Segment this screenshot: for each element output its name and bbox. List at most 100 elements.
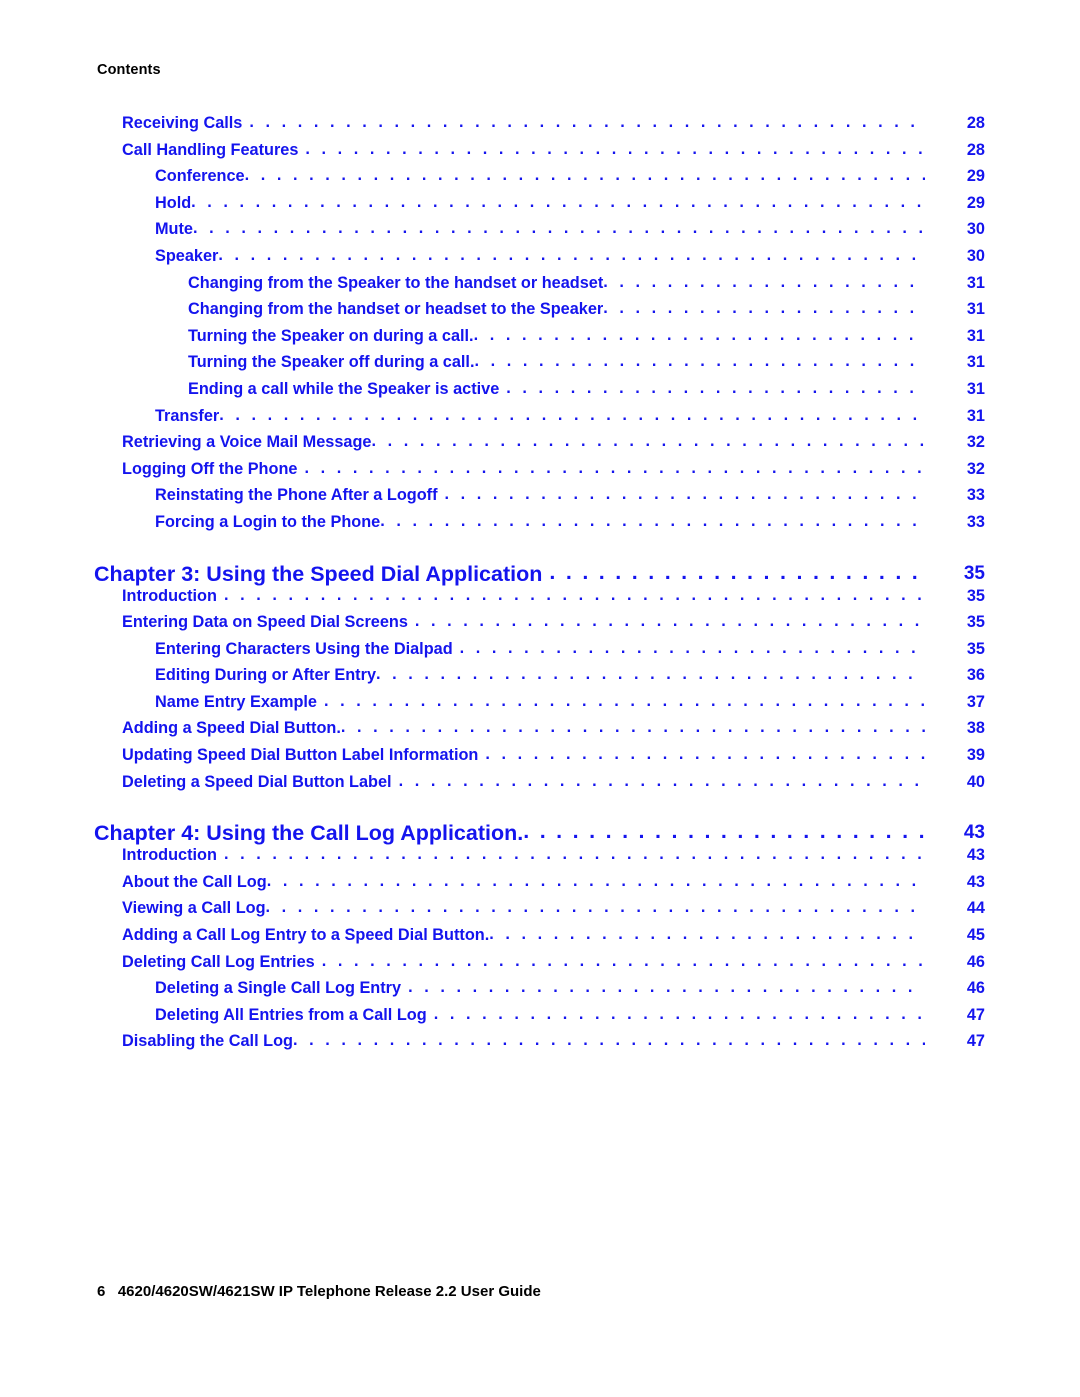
toc-page-number: 33 <box>966 486 985 505</box>
document-page: Contents Receiving Calls................… <box>0 0 1080 1397</box>
dot-leader: ........................................… <box>249 113 925 131</box>
toc-entry-label: Entering Data on Speed Dial Screens <box>122 613 408 632</box>
toc-page-number: 35 <box>963 562 985 584</box>
dot-leader: ........................................… <box>191 192 925 211</box>
dot-leader: ........................................… <box>414 612 925 631</box>
toc-entry-row[interactable]: Deleting All Entries from a Call Log....… <box>0 1005 1080 1033</box>
toc-page-number: 38 <box>966 719 985 738</box>
dot-leader: ........................................… <box>603 299 925 318</box>
toc-entry-row[interactable]: Editing During or After Entry...........… <box>0 665 1080 693</box>
dot-leader: ........................................… <box>523 819 925 844</box>
toc-page-number: 47 <box>966 1005 985 1024</box>
toc-page-number: 40 <box>966 772 985 791</box>
toc-entry-row[interactable]: Entering Data on Speed Dial Screens.....… <box>0 612 1080 640</box>
toc-entry-row[interactable]: Viewing a Call Log......................… <box>0 898 1080 926</box>
dot-leader: ........................................… <box>371 432 925 451</box>
toc-page-number: 47 <box>966 1032 985 1051</box>
toc-entry-row[interactable]: Speaker.................................… <box>0 245 1080 274</box>
toc-page-number: 29 <box>966 167 985 186</box>
toc-entry-row[interactable]: Receiving Calls.........................… <box>0 113 1080 141</box>
dot-leader: ........................................… <box>321 951 925 970</box>
toc-page-number: 31 <box>966 379 985 398</box>
toc-entry-label: Hold <box>155 193 192 212</box>
toc-chapter-row[interactable]: Chapter 4: Using the Call Log Applicatio… <box>0 799 1080 846</box>
toc-entry-label: Speaker <box>155 246 219 265</box>
toc-entry-row[interactable]: Turning the Speaker off during a call...… <box>0 352 1080 380</box>
toc-entry-row[interactable]: Mute....................................… <box>0 219 1080 247</box>
toc-entry-row[interactable]: Conference..............................… <box>0 166 1080 194</box>
toc-page-number: 46 <box>966 952 985 971</box>
toc-chapter-row[interactable]: Chapter 3: Using the Speed Dial Applicat… <box>0 540 1080 587</box>
dot-leader: ........................................… <box>340 718 925 737</box>
toc-entry-row[interactable]: About the Call Log......................… <box>0 871 1080 900</box>
toc-entry-row[interactable]: Ending a call while the Speaker is activ… <box>0 378 1080 407</box>
toc-entry-label: Deleting a Speed Dial Button Label <box>122 772 392 791</box>
dot-leader: ........................................… <box>305 139 925 158</box>
toc-entry-label: Changing from the handset or headset to … <box>188 300 604 319</box>
toc-entry-row[interactable]: Updating Speed Dial Button Label Informa… <box>0 745 1080 773</box>
toc-entry-row[interactable]: Introduction............................… <box>0 585 1080 614</box>
toc-page-number: 35 <box>966 586 985 605</box>
toc-entry-label: Reinstating the Phone After a Logoff <box>155 486 438 505</box>
toc-entry-label: Adding a Speed Dial Button. <box>122 719 341 738</box>
toc-entry-label: Updating Speed Dial Button Label Informa… <box>122 746 479 765</box>
toc-entry-label: Conference <box>155 167 245 186</box>
dot-leader: ........................................… <box>266 871 925 890</box>
running-header-contents: Contents <box>97 62 161 78</box>
toc-entry-label: Deleting All Entries from a Call Log <box>155 1005 427 1024</box>
dot-leader: ........................................… <box>323 691 925 710</box>
dot-leader: ........................................… <box>473 325 925 344</box>
page-footer: 6 4620/4620SW/4621SW IP Telephone Releas… <box>97 1283 541 1300</box>
toc-entry-label: Changing from the Speaker to the handset… <box>188 273 604 292</box>
toc-entry-row[interactable]: Reinstating the Phone After a Logoff....… <box>0 485 1080 513</box>
toc-entry-row[interactable]: Transfer................................… <box>0 405 1080 434</box>
toc-page-number: 30 <box>966 246 985 265</box>
dot-leader: ........................................… <box>292 1031 925 1050</box>
toc-entry-row[interactable]: Deleting a Speed Dial Button Label......… <box>0 772 1080 800</box>
toc-entry-row[interactable]: Introduction............................… <box>0 845 1080 873</box>
toc-entry-row[interactable]: Adding a Speed Dial Button..............… <box>0 718 1080 746</box>
toc-entry-row[interactable]: Adding a Call Log Entry to a Speed Dial … <box>0 925 1080 953</box>
toc-entry-row[interactable]: Hold....................................… <box>0 192 1080 221</box>
toc-entry-label: Ending a call while the Speaker is activ… <box>188 379 500 398</box>
toc-page-number: 43 <box>963 822 985 844</box>
toc-page-number: 32 <box>966 433 985 452</box>
toc-page-number: 45 <box>966 926 985 945</box>
dot-leader: ........................................… <box>506 378 925 397</box>
toc-entry-row[interactable]: Forcing a Login to the Phone............… <box>0 511 1080 540</box>
toc-entry-row[interactable]: Call Handling Features..................… <box>0 139 1080 168</box>
dot-leader: ........................................… <box>459 638 925 657</box>
toc-entry-row[interactable]: Changing from the Speaker to the handset… <box>0 273 1080 301</box>
dot-leader: ........................................… <box>485 745 925 764</box>
toc-entry-row[interactable]: Retrieving a Voice Mail Message.........… <box>0 432 1080 460</box>
toc-entry-label: Receiving Calls <box>122 114 243 132</box>
dot-leader: ........................................… <box>219 405 925 424</box>
toc-entry-label: Introduction <box>122 586 217 605</box>
dot-leader: ........................................… <box>265 898 925 917</box>
toc-page-number: 32 <box>966 459 985 478</box>
toc-entry-label: Editing During or After Entry <box>155 666 376 685</box>
toc-entry-label: Retrieving a Voice Mail Message <box>122 433 372 452</box>
dot-leader: ........................................… <box>380 511 925 530</box>
toc-page-number: 29 <box>966 193 985 212</box>
toc-page-number: 35 <box>966 613 985 632</box>
toc-entry-row[interactable]: Deleting a Single Call Log Entry........… <box>0 978 1080 1006</box>
dot-leader: ........................................… <box>444 485 925 504</box>
toc-entry-row[interactable]: Turning the Speaker on during a call....… <box>0 325 1080 354</box>
toc-entry-row[interactable]: Name Entry Example......................… <box>0 691 1080 720</box>
toc-entry-row[interactable]: Deleting Call Log Entries...............… <box>0 951 1080 980</box>
toc-entry-label: Chapter 3: Using the Speed Dial Applicat… <box>94 561 543 586</box>
toc-entry-label: Mute <box>155 220 193 239</box>
toc-entry-row[interactable]: Disabling the Call Log..................… <box>0 1031 1080 1059</box>
dot-leader: ........................................… <box>218 245 925 264</box>
toc-entry-label: Adding a Call Log Entry to a Speed Dial … <box>122 926 490 945</box>
dot-leader: ........................................… <box>223 585 925 604</box>
toc-entry-label: Chapter 4: Using the Call Log Applicatio… <box>94 821 524 846</box>
toc-entry-row[interactable]: Changing from the handset or headset to … <box>0 299 1080 327</box>
toc-entry-label: Logging Off the Phone <box>122 459 298 478</box>
toc-entry-row[interactable]: Logging Off the Phone...................… <box>0 459 1080 487</box>
dot-leader: ........................................… <box>244 166 925 185</box>
toc-entry-label: Transfer <box>155 406 220 425</box>
toc-entry-label: About the Call Log <box>122 872 267 891</box>
toc-entry-row[interactable]: Entering Characters Using the Dialpad...… <box>0 638 1080 667</box>
